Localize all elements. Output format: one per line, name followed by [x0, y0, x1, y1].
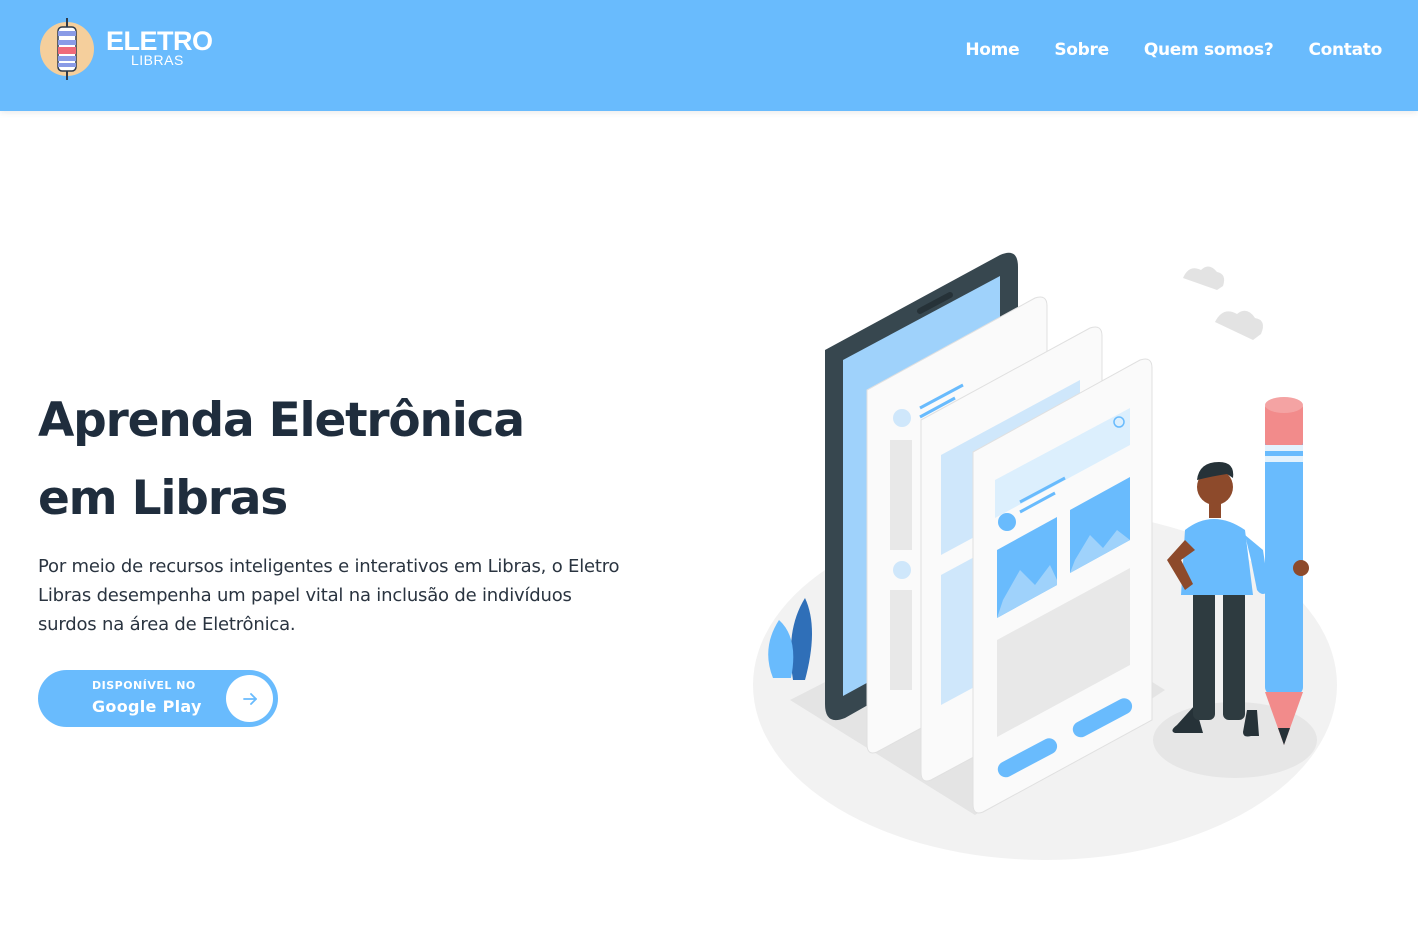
arrow-right-icon: [226, 675, 273, 722]
google-play-button[interactable]: DISPONÍVEL NO Google Play: [38, 670, 278, 727]
hero-description: Por meio de recursos inteligentes e inte…: [38, 556, 620, 635]
nav-link-contato[interactable]: Contato: [1308, 36, 1382, 64]
nav-link-quem-somos[interactable]: Quem somos?: [1144, 36, 1274, 64]
hero-illustration: [753, 252, 1337, 860]
google-play-top-label: DISPONÍVEL NO: [92, 679, 196, 692]
resistor-logo-icon: [40, 18, 94, 80]
nav-link-home[interactable]: Home: [965, 36, 1019, 64]
navbar: ELETRO LIBRAS Home Sobre Quem somos? Con…: [0, 0, 1418, 111]
hero-title: Aprenda Eletrônica em Libras: [38, 382, 678, 538]
nav-link-sobre[interactable]: Sobre: [1054, 36, 1109, 64]
hero-title-line1: Aprenda Eletrônica: [38, 393, 525, 448]
main-nav: Home Sobre Quem somos? Contato: [965, 36, 1382, 64]
cloud-icon: [1183, 266, 1263, 340]
google-play-main-label: Google Play: [92, 697, 202, 716]
hero-title-line2: em Libras: [38, 471, 288, 526]
brand-subtitle: LIBRAS: [131, 52, 184, 68]
brand-title: ELETRO: [106, 26, 213, 56]
pencil-icon: [1265, 397, 1309, 745]
